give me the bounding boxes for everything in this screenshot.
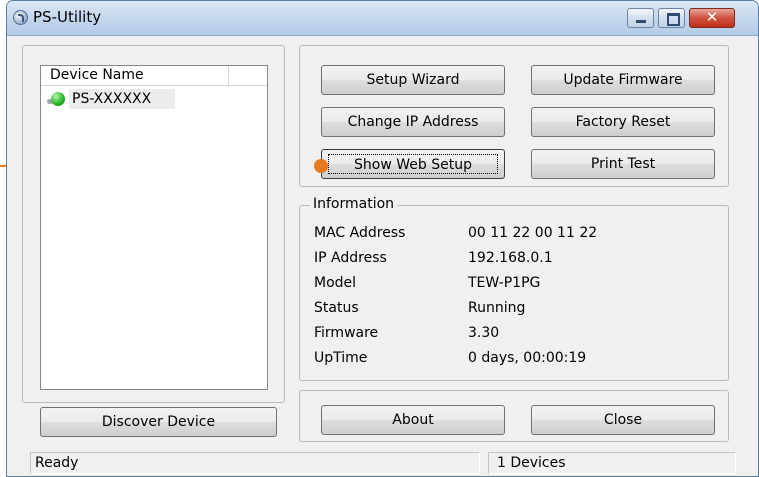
device-count: 1 Devices <box>488 452 736 474</box>
printer-server-online-icon <box>47 92 65 106</box>
show-web-setup-label: Show Web Setup <box>328 154 498 174</box>
window-title: PS-Utility <box>33 8 102 26</box>
status-label: Status <box>314 300 359 316</box>
uptime-value: 0 days, 00:00:19 <box>468 350 587 366</box>
list-item[interactable]: PS-XXXXXX <box>47 89 175 109</box>
update-firmware-button[interactable]: Update Firmware <box>531 65 715 95</box>
device-name-label: PS-XXXXXX <box>69 89 175 109</box>
print-test-button[interactable]: Print Test <box>531 149 715 179</box>
minimize-button[interactable] <box>627 8 654 28</box>
close-icon: ✕ <box>705 8 719 26</box>
callout-dot <box>314 159 328 173</box>
title-bar: PS-Utility ✕ <box>7 1 758 36</box>
change-ip-address-button[interactable]: Change IP Address <box>321 107 505 137</box>
information-legend: Information <box>310 196 398 212</box>
mac-address-label: MAC Address <box>314 225 406 241</box>
model-value: TEW-P1PG <box>468 275 541 291</box>
model-label: Model <box>314 275 357 291</box>
column-header-device-name[interactable]: Device Name <box>41 66 229 86</box>
discover-device-button[interactable]: Discover Device <box>40 407 277 437</box>
ip-address-value: 192.168.0.1 <box>468 250 553 266</box>
firmware-label: Firmware <box>314 325 379 341</box>
about-button[interactable]: About <box>321 405 505 435</box>
status-text: Ready <box>30 452 480 474</box>
close-button[interactable]: Close <box>531 405 715 435</box>
ip-address-label: IP Address <box>314 250 387 266</box>
mac-address-value: 00 11 22 00 11 22 <box>468 225 598 241</box>
maximize-icon <box>667 13 680 26</box>
window-close-button[interactable]: ✕ <box>689 8 735 28</box>
device-list[interactable]: Device Name PS-XXXXXX <box>40 65 268 390</box>
factory-reset-button[interactable]: Factory Reset <box>531 107 715 137</box>
uptime-label: UpTime <box>314 350 368 366</box>
minimize-icon <box>636 20 646 23</box>
maximize-button[interactable] <box>658 8 685 28</box>
column-header-empty[interactable] <box>229 66 267 86</box>
show-web-setup-button[interactable]: Show Web Setup <box>321 149 505 179</box>
firmware-value: 3.30 <box>468 325 500 341</box>
status-value: Running <box>468 300 526 316</box>
status-bar: Ready 1 Devices <box>30 452 753 477</box>
setup-wizard-button[interactable]: Setup Wizard <box>321 65 505 95</box>
app-icon <box>13 10 28 25</box>
